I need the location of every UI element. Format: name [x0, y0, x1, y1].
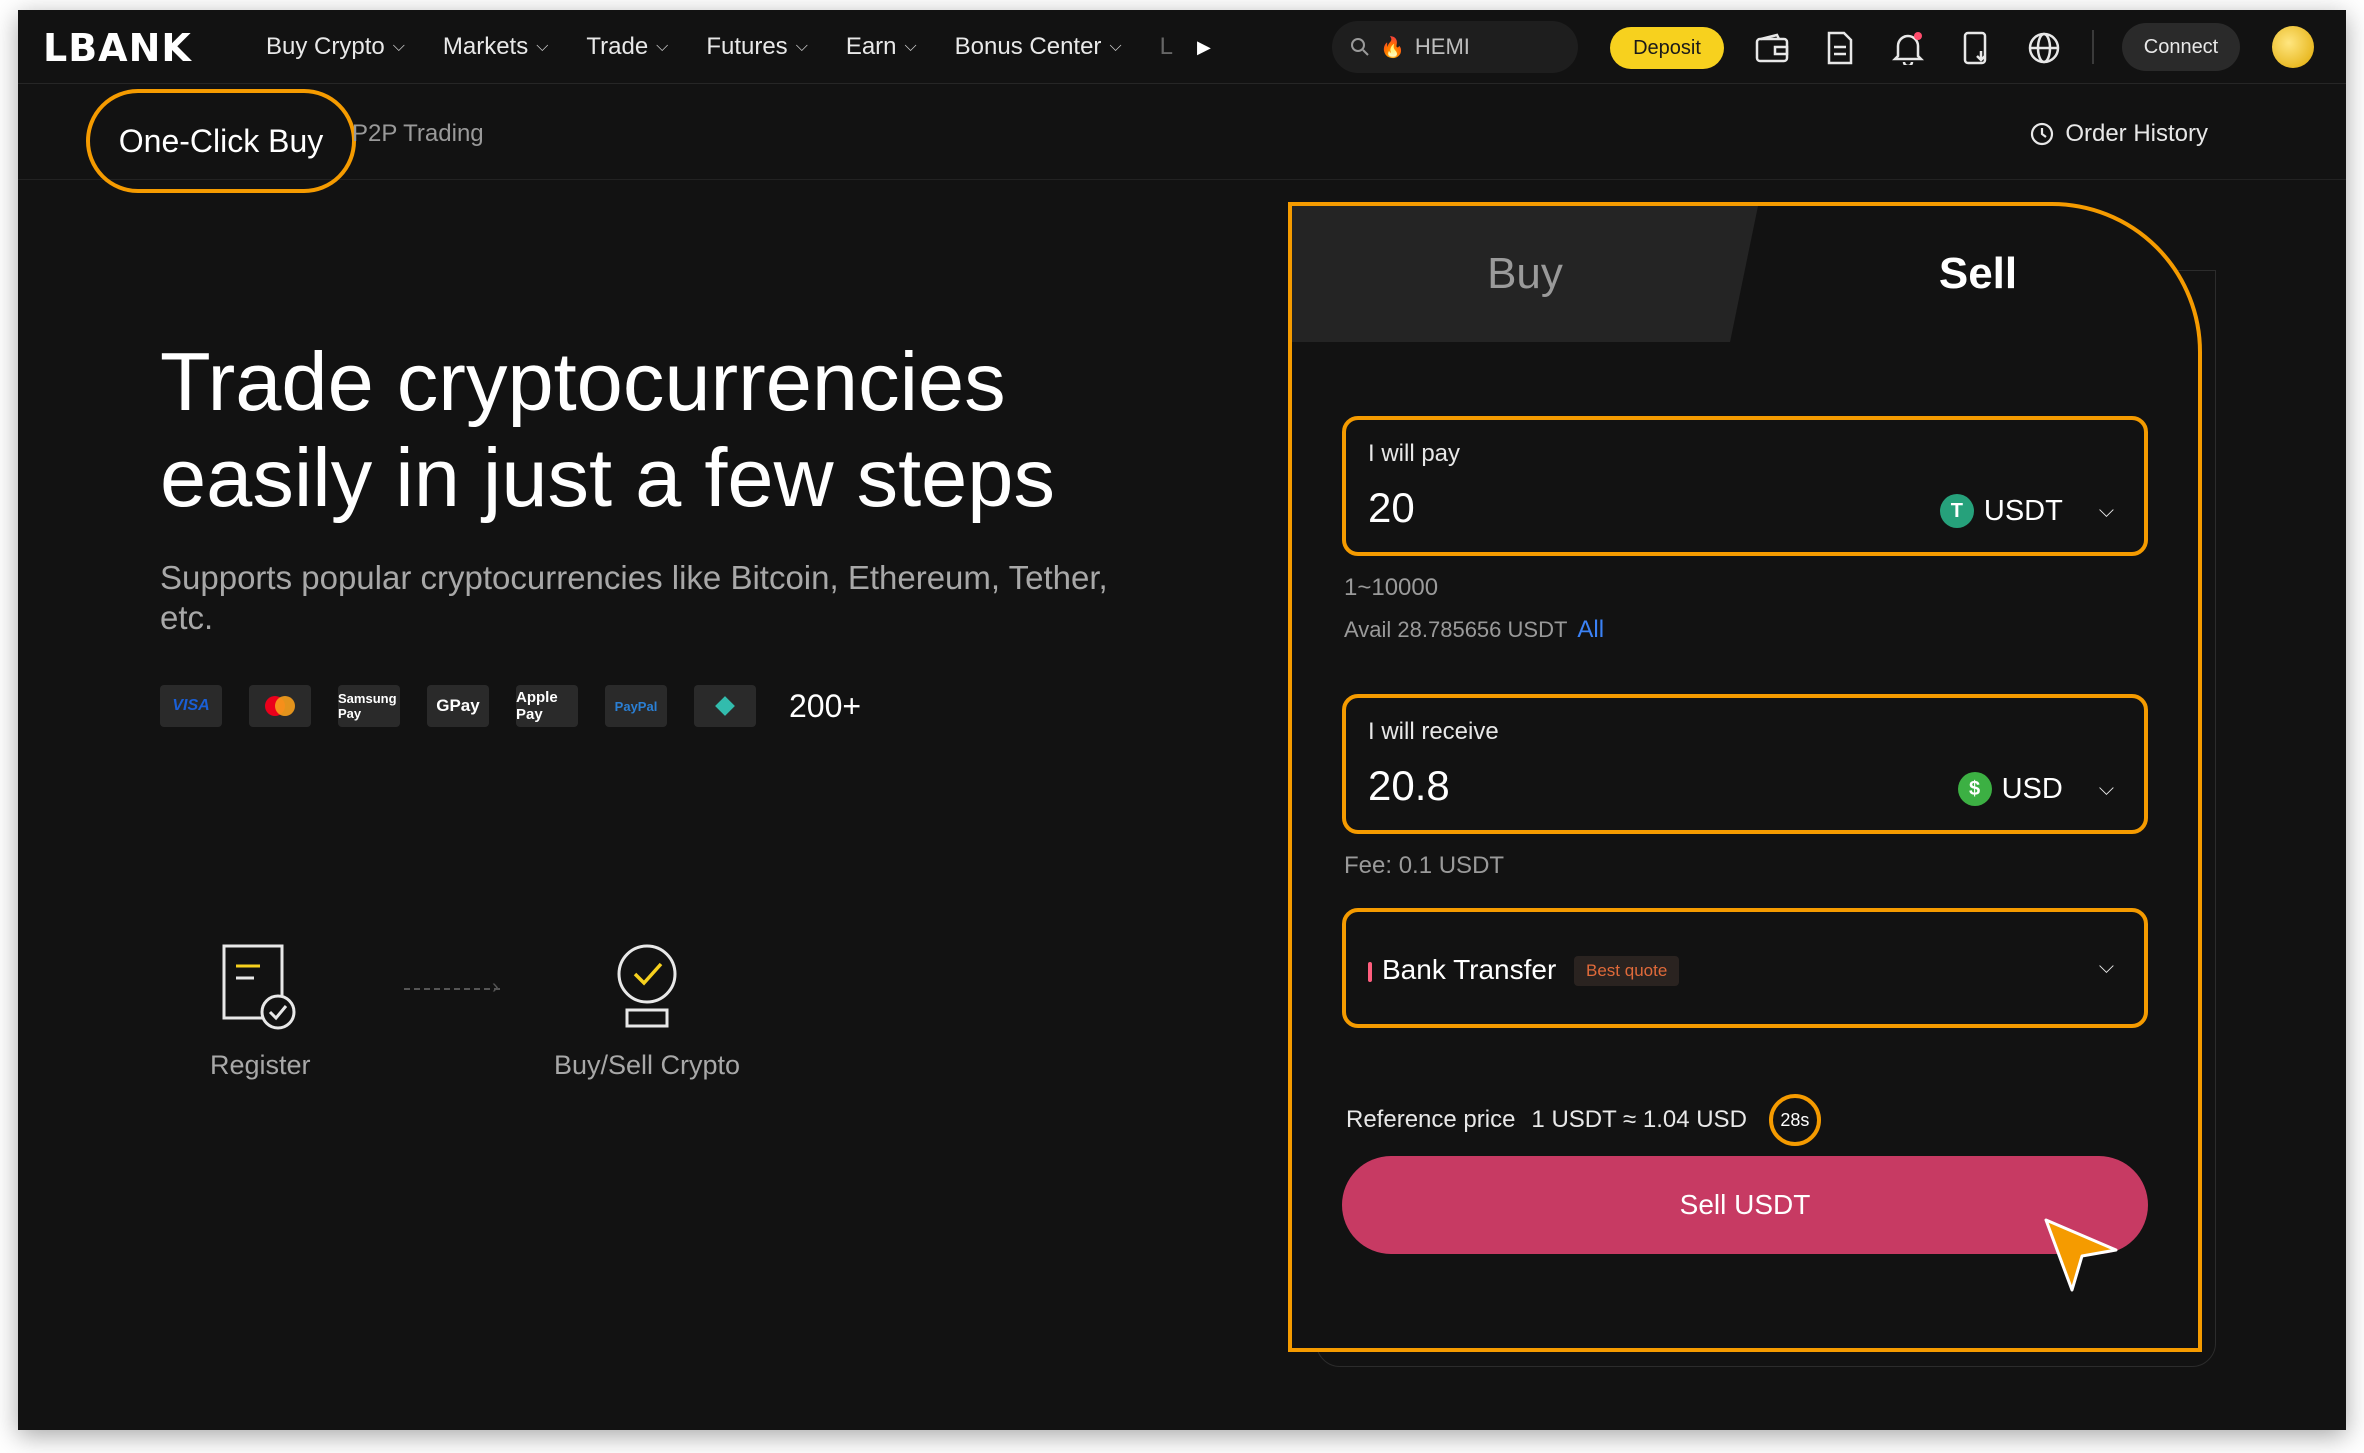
- wallet-icon[interactable]: [1754, 30, 1790, 66]
- fire-icon: 🔥: [1380, 36, 1405, 59]
- step-register: Register: [210, 942, 311, 1081]
- receive-currency: USD: [2001, 772, 2063, 805]
- fee-text: Fee: 0.1 USDT: [1344, 852, 1505, 879]
- pay-range: 1~10000: [1344, 574, 1439, 601]
- chevron-down-icon: ⌵: [392, 38, 405, 55]
- available-text: Avail 28.785656 USDT: [1344, 617, 1568, 642]
- apple-pay-icon: Apple Pay: [516, 685, 578, 727]
- arrow-right-icon: ›: [492, 976, 499, 998]
- payment-method-select[interactable]: Bank Transfer Best quote ⌵: [1342, 908, 2148, 1028]
- search-input[interactable]: 🔥 HEMI: [1332, 21, 1578, 73]
- step-buy-sell-label: Buy/Sell Crypto: [554, 1050, 741, 1080]
- top-navbar: LBANK Buy Crypto ⌵ Markets ⌵ Trade ⌵ Future…: [18, 10, 2346, 84]
- chevron-down-icon: ⌵: [2098, 499, 2114, 522]
- receive-currency-select[interactable]: $ USD ⌵: [1957, 772, 2114, 806]
- payment-methods: VISA Samsung Pay GPay Apple Pay PayPal 2…: [160, 685, 861, 727]
- browser-window: LBANK Buy Crypto ⌵ Markets ⌵ Trade ⌵ Future…: [18, 10, 2346, 1430]
- register-document-icon: [222, 944, 296, 1030]
- chevron-down-icon: ⌵: [1109, 38, 1122, 55]
- tab-buy[interactable]: Buy: [1292, 206, 1758, 342]
- nav-markets[interactable]: Markets ⌵: [443, 33, 549, 61]
- buy-sell-check-icon: [617, 944, 677, 1028]
- main-nav: Buy Crypto ⌵ Markets ⌵ Trade ⌵ Futures ⌵ Ear…: [266, 10, 1211, 84]
- receive-label: I will receive: [1368, 718, 1499, 745]
- nav-label: Trade: [586, 33, 649, 60]
- tab-p2p-trading[interactable]: P2P Trading: [352, 120, 484, 148]
- chevron-down-icon: ⌵: [656, 38, 669, 55]
- samsung-pay-icon: Samsung Pay: [338, 685, 400, 727]
- pay-currency-select[interactable]: T USDT ⌵: [1939, 494, 2114, 528]
- nav-earn[interactable]: Earn ⌵: [846, 33, 917, 61]
- chevron-down-icon: ⌵: [2098, 777, 2114, 800]
- visa-icon: VISA: [160, 685, 222, 727]
- chevron-down-icon: ⌵: [904, 38, 917, 55]
- pointer-cursor-icon: [2044, 1218, 2118, 1292]
- avatar[interactable]: [2272, 26, 2314, 68]
- dollar-icon: $: [1957, 772, 1992, 806]
- best-quote-badge: Best quote: [1574, 956, 1680, 986]
- paypal-icon: PayPal: [605, 685, 667, 727]
- sub-navbar: One-Click Buy P2P Trading Order History: [18, 84, 2346, 193]
- receive-amount-field[interactable]: I will receive 20.8 $ USD ⌵: [1342, 694, 2148, 834]
- hero-title-line-1: Trade cryptocurrencies: [160, 335, 1006, 428]
- hero-title: Trade cryptocurrencies easily in just a …: [160, 334, 1160, 526]
- pay-amount-field[interactable]: I will pay 20 T USDT ⌵: [1342, 416, 2148, 556]
- search-placeholder: HEMI: [1414, 34, 1470, 59]
- pay-currency: USDT: [1983, 494, 2063, 527]
- orders-icon[interactable]: [1822, 30, 1858, 66]
- connect-button[interactable]: Connect: [2122, 23, 2240, 71]
- pay-label: I will pay: [1368, 440, 1461, 467]
- nav-divider: [2092, 30, 2094, 64]
- available-balance: Avail 28.785656 USDT All: [1344, 616, 1604, 644]
- hero-subtitle: Supports popular cryptocurrencies like B…: [160, 559, 1108, 636]
- tab-one-click-buy[interactable]: One-Click Buy: [86, 89, 356, 193]
- chevron-down-icon: ⌵: [2098, 956, 2114, 978]
- notification-bell-icon[interactable]: [1890, 30, 1926, 66]
- hero-title-line-2: easily in just a few steps: [160, 431, 1055, 524]
- reference-price: Reference price 1 USDT ≈ 1.04 USD 28s: [1346, 1094, 1821, 1146]
- nav-bonus-center[interactable]: Bonus Center ⌵: [955, 33, 1122, 61]
- step-buy-sell: Buy/Sell Crypto: [554, 942, 740, 1081]
- trade-card: Buy Sell I will pay 20 T USDT ⌵ 1~10000 …: [1288, 202, 2202, 1352]
- nav-label: Markets: [442, 33, 529, 60]
- nav-label: Bonus Center: [954, 33, 1102, 60]
- pix-icon: [694, 685, 756, 727]
- app-download-icon[interactable]: [1958, 30, 1994, 66]
- lbank-logo[interactable]: LBANK: [43, 26, 192, 70]
- nav-futures[interactable]: Futures ⌵: [706, 33, 808, 61]
- chevron-down-icon: ⌵: [536, 38, 549, 55]
- nav-truncated-item[interactable]: L: [1160, 33, 1173, 61]
- receive-amount-input[interactable]: 20.8: [1368, 762, 1450, 810]
- step-connector: [404, 988, 500, 990]
- nav-label: Earn: [845, 33, 897, 60]
- order-history-label: Order History: [2065, 120, 2208, 147]
- search-icon: [1351, 38, 1369, 56]
- method-label: Bank Transfer: [1382, 954, 1557, 985]
- sell-usdt-button[interactable]: Sell USDT: [1342, 1156, 2148, 1254]
- reference-value: 1 USDT ≈ 1.04 USD: [1531, 1106, 1747, 1133]
- mastercard-icon: [249, 685, 311, 727]
- order-history-link[interactable]: Order History: [2029, 120, 2208, 148]
- nav-label: Buy Crypto: [266, 33, 385, 60]
- nav-label: Futures: [706, 33, 788, 60]
- reference-label: Reference price: [1346, 1106, 1516, 1133]
- clock-icon: [2031, 122, 2054, 146]
- language-globe-icon[interactable]: [2026, 30, 2062, 66]
- step-register-label: Register: [210, 1050, 311, 1080]
- chevron-down-icon: ⌵: [795, 38, 808, 55]
- nav-trade[interactable]: Trade ⌵: [586, 33, 668, 61]
- google-pay-icon: GPay: [427, 685, 489, 727]
- use-all-link[interactable]: All: [1577, 616, 1604, 643]
- tether-icon: T: [1939, 494, 1974, 528]
- nav-buy-crypto[interactable]: Buy Crypto ⌵: [266, 33, 405, 61]
- refresh-timer: 28s: [1768, 1094, 1821, 1146]
- payment-count: 200+: [789, 687, 862, 724]
- pay-amount-input[interactable]: 20: [1368, 484, 1415, 532]
- deposit-button[interactable]: Deposit: [1610, 27, 1724, 69]
- tab-sell[interactable]: Sell: [1758, 206, 2198, 342]
- nav-scroll-right-icon[interactable]: ▶: [1197, 37, 1211, 58]
- method-indicator: [1368, 962, 1372, 982]
